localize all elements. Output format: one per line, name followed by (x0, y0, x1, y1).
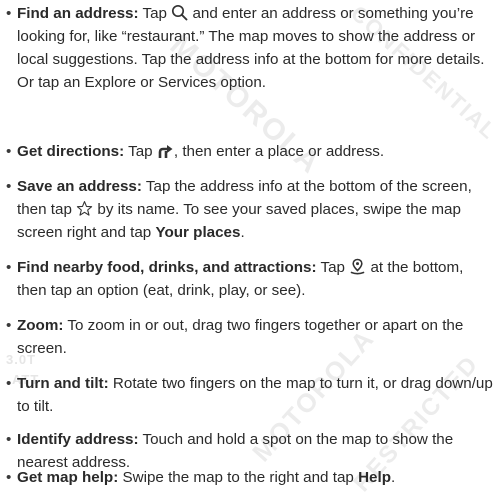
tip-find-nearby: • Find nearby food, drinks, and attracti… (6, 256, 496, 302)
tip-term: Get directions: (17, 143, 125, 160)
tip-term: Save an address: (17, 178, 142, 195)
tip-text: Swipe the map to the right and tap (122, 469, 354, 486)
bullet: • (6, 259, 12, 276)
tip-term: Get map help: (17, 469, 119, 486)
tip-get-directions: • Get directions: Tap , then enter a pla… (6, 140, 496, 163)
bullet: • (6, 5, 12, 22)
explore-icon (349, 258, 366, 275)
tip-text: . (240, 224, 245, 241)
bullet: • (6, 469, 12, 486)
tip-text: Tap (142, 5, 167, 22)
tip-text: , then enter a place or address. (173, 143, 385, 160)
tip-save-address: • Save an address: Tap the address info … (6, 175, 496, 244)
tip-find-address: • Find an address: Tap and enter an addr… (6, 2, 496, 94)
bullet: • (6, 143, 12, 160)
page: MOTOROLA CONFIDENTIAL MOTOROLA RESTRICTE… (0, 0, 504, 498)
search-icon (171, 4, 188, 21)
tip-text: Tap (320, 259, 346, 276)
tip-get-map-help: • Get map help: Swipe the map to the rig… (6, 466, 496, 489)
tip-text: Tap (128, 143, 153, 160)
bullet: • (6, 375, 12, 392)
bullet: • (6, 431, 12, 448)
tip-emphasis: Your places (155, 224, 241, 241)
tip-zoom: • Zoom: To zoom in or out, drag two fing… (6, 314, 496, 360)
tip-text: To zoom in or out, drag two fingers toge… (17, 317, 464, 357)
tip-turn-tilt: • Turn and tilt: Rotate two fingers on t… (6, 372, 496, 418)
tip-emphasis: Help (358, 469, 391, 486)
tip-term: Find an address: (17, 5, 139, 22)
tip-term: Identify address: (17, 431, 139, 448)
tip-text: . (391, 469, 396, 486)
bullet: • (6, 178, 12, 195)
tip-term: Zoom: (17, 317, 64, 334)
bullet: • (6, 317, 12, 334)
tip-term: Turn and tilt: (17, 375, 109, 392)
directions-icon (157, 142, 174, 159)
star-icon (76, 200, 93, 217)
tip-term: Find nearby food, drinks, and attraction… (17, 259, 317, 276)
